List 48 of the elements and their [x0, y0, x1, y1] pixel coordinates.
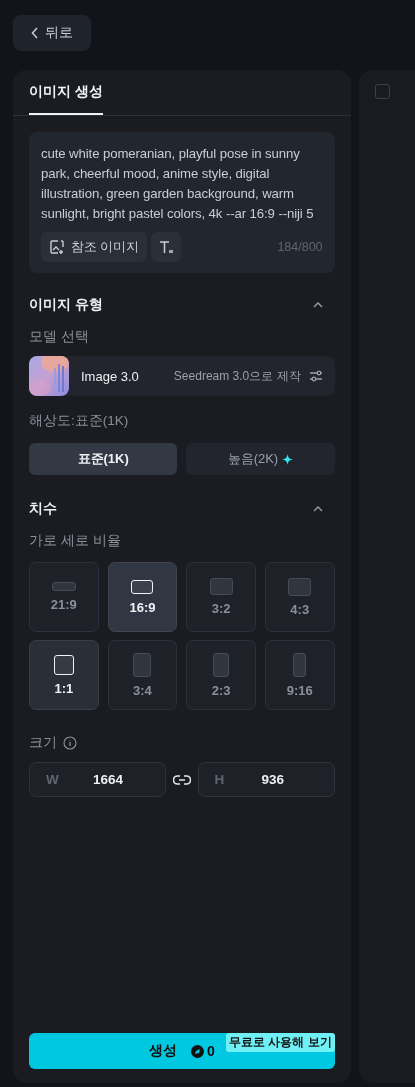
chevron-left-icon — [31, 27, 39, 39]
model-selector[interactable]: Image 3.0 Seedream 3.0으로 제작 — [29, 356, 335, 396]
checkbox[interactable] — [374, 84, 390, 99]
width-field[interactable]: W 1664 — [29, 762, 166, 797]
aspect-ratio-tile[interactable]: 9:16 — [264, 640, 335, 710]
ratio-shape-icon — [133, 652, 152, 677]
aspect-ratio-label: 가로 세로 비율 — [29, 532, 122, 550]
size-label: 크기 — [29, 734, 57, 752]
ratio-shape-icon — [213, 652, 230, 677]
model-label: 모델 선택 — [29, 328, 90, 346]
back-button[interactable]: 뒤로 — [13, 15, 91, 51]
text-style-button[interactable] — [151, 232, 182, 262]
resolution-button[interactable]: 높음(2K) — [186, 443, 335, 475]
aspect-ratio-tile[interactable]: 1:1 — [29, 640, 99, 710]
ratio-shape-icon — [53, 654, 74, 675]
ratio-shape-icon — [131, 579, 154, 594]
chevron-up-icon — [312, 302, 323, 308]
aspect-ratio-tile[interactable]: 2:3 — [186, 640, 256, 710]
prompt-text: cute white pomeranian, playful pose in sunny park, cheerful mood, anime style, digital illustration, green garden background, warm sunlight, bright pastel colors, 4k --ar 16:9 --niji 5 — [41, 145, 315, 223]
info-icon — [63, 736, 77, 750]
aspect-ratio-tile[interactable]: 16:9 — [107, 562, 178, 632]
resolution-label: 해상도:표준(1K) — [29, 412, 130, 430]
credit-icon — [190, 1044, 204, 1058]
prompt-field[interactable]: cute white pomeranian, playful pose in sunny park, cheerful mood, anime style, digital illustration, green garden background, warm sunlight, bright pastel colors, 4k --ar 16:9 --niji 5 참조 이미지 184/800 — [29, 132, 335, 273]
ratio-shape-icon — [209, 578, 233, 595]
sliders-icon — [308, 370, 323, 382]
model-provider: Seedream 3.0으로 제작 — [173, 367, 301, 385]
image-add-icon — [49, 239, 65, 255]
reference-image-button[interactable]: 참조 이미지 — [41, 232, 148, 262]
link-icon[interactable] — [172, 774, 191, 785]
aspect-ratio-tile[interactable]: 21:9 — [29, 562, 99, 632]
model-name: Image 3.0 — [81, 368, 139, 384]
ratio-shape-icon — [293, 652, 307, 677]
tab[interactable]: 이미지 생성 — [29, 70, 103, 115]
resolution-button[interactable]: 표준(1K) — [29, 443, 178, 475]
section-title: 치수 — [29, 500, 57, 518]
aspect-ratio-tile[interactable]: 3:2 — [186, 562, 256, 632]
section-title: 이미지 유형 — [29, 296, 103, 314]
height-field[interactable]: H 936 — [197, 762, 335, 797]
ratio-shape-icon — [51, 582, 76, 591]
character-counter: 184/800 — [277, 240, 323, 254]
text-icon — [159, 240, 174, 254]
promo-badge: 무료로 사용해 보기 — [226, 1033, 335, 1052]
generate-button[interactable]: 생성 0 무료로 사용해 보기 — [29, 1033, 335, 1069]
chevron-up-icon — [312, 506, 323, 512]
aspect-ratio-tile[interactable]: 3:4 — [107, 640, 178, 710]
aspect-ratio-tile[interactable]: 4:3 — [264, 562, 335, 632]
ratio-shape-icon — [288, 577, 312, 596]
